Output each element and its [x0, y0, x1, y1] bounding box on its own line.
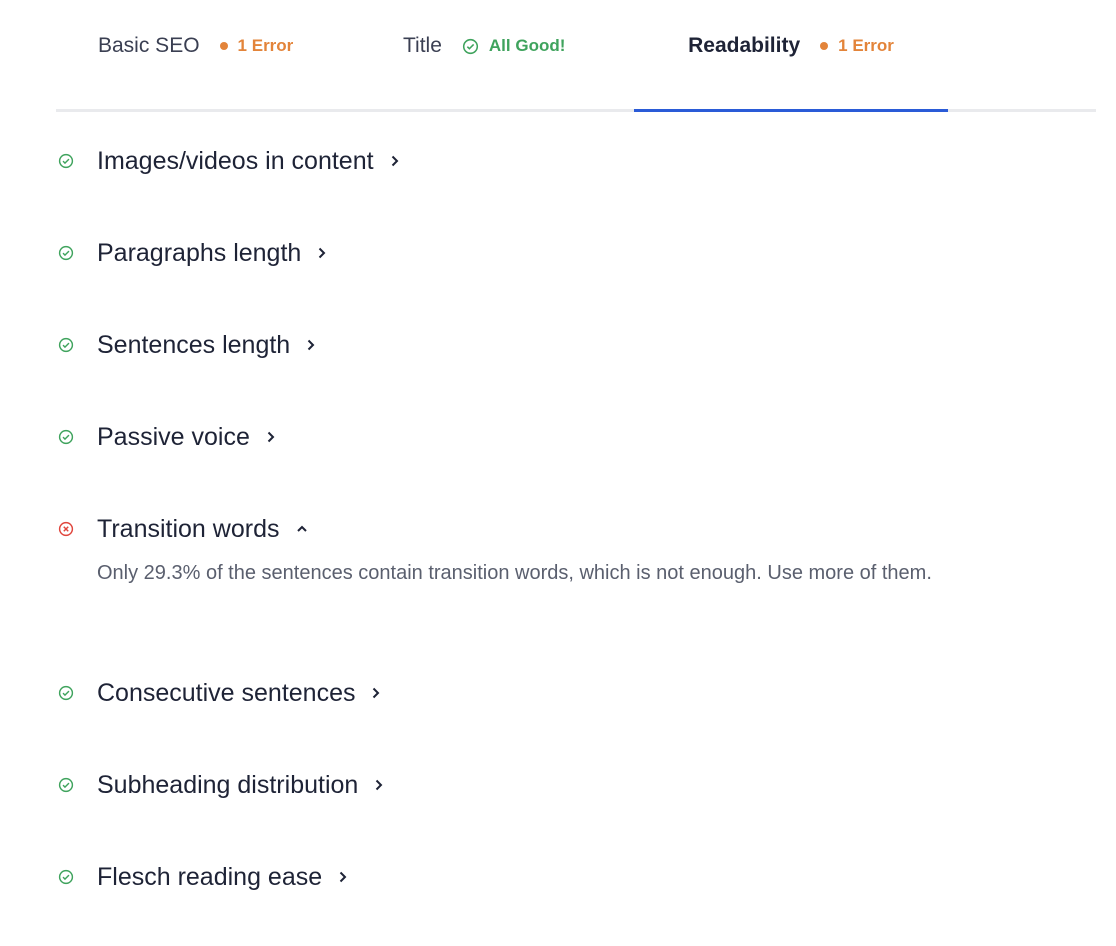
check-item: Passive voice — [56, 414, 1096, 506]
check-circle-icon — [56, 683, 76, 703]
tab-basic-seo[interactable]: Basic SEO 1 Error — [98, 0, 378, 112]
check-toggle[interactable]: Passive voice — [56, 414, 1096, 460]
x-circle-icon — [56, 519, 76, 539]
check-label: Passive voice — [97, 422, 250, 451]
check-label: Consecutive sentences — [97, 678, 356, 707]
check-label: Transition words — [97, 514, 280, 543]
check-toggle[interactable]: Sentences length — [56, 322, 1096, 368]
status-badge: 1 Error — [219, 36, 294, 56]
tab-label: Readability — [688, 34, 801, 57]
chevron-right-icon — [371, 686, 381, 700]
error-dot-icon — [820, 42, 829, 50]
check-circle-icon — [56, 335, 76, 355]
check-circle-icon — [56, 867, 76, 887]
check-item: Subheading distribution — [56, 762, 1096, 854]
check-circle-icon — [56, 151, 76, 171]
check-item: Flesch reading ease — [56, 854, 1096, 946]
check-toggle[interactable]: Flesch reading ease — [56, 854, 1096, 900]
check-circle-icon — [56, 243, 76, 263]
check-toggle[interactable]: Subheading distribution — [56, 762, 1096, 808]
check-circle-icon — [56, 775, 76, 795]
readability-check-list: Images/videos in content Paragraphs lengt… — [56, 138, 1096, 946]
badge-text: 1 Error — [838, 36, 894, 55]
status-badge: 1 Error — [820, 36, 894, 56]
check-item: Images/videos in content — [56, 138, 1096, 230]
check-item: Paragraphs length — [56, 230, 1096, 322]
check-label: Subheading distribution — [97, 770, 359, 799]
check-toggle[interactable]: Transition words — [56, 506, 1096, 552]
badge-text: All Good! — [488, 36, 566, 55]
chevron-right-icon — [306, 338, 316, 352]
check-toggle[interactable]: Consecutive sentences — [56, 670, 1096, 716]
tab-label: Basic SEO — [98, 34, 200, 57]
error-dot-icon — [219, 42, 228, 50]
check-label: Images/videos in content — [97, 146, 374, 175]
check-toggle[interactable]: Paragraphs length — [56, 230, 1096, 276]
check-item: Consecutive sentences — [56, 670, 1096, 762]
chevron-right-icon — [317, 246, 327, 260]
check-label: Sentences length — [97, 330, 291, 359]
chevron-right-icon — [374, 778, 384, 792]
check-label: Flesch reading ease — [97, 862, 323, 891]
chevron-right-icon — [338, 870, 348, 884]
check-circle-icon — [56, 427, 76, 447]
tab-label: Title — [403, 34, 442, 57]
tab-bar: Basic SEO 1 Error Title All Good! Readab… — [56, 0, 1096, 112]
check-item: Transition words Only 29.3% of the senten… — [56, 506, 1096, 670]
check-circle-icon — [462, 38, 478, 54]
chevron-up-icon — [295, 524, 309, 534]
status-badge: All Good! — [462, 36, 565, 56]
check-label: Paragraphs length — [97, 238, 302, 267]
tab-title[interactable]: Title All Good! — [403, 0, 663, 112]
active-tab-indicator — [634, 109, 948, 112]
check-toggle[interactable]: Images/videos in content — [56, 138, 1096, 184]
check-item: Sentences length — [56, 322, 1096, 414]
chevron-right-icon — [266, 430, 276, 444]
check-description: Only 29.3% of the sentences contain tran… — [97, 562, 932, 584]
chevron-right-icon — [390, 154, 400, 168]
badge-text: 1 Error — [237, 36, 294, 55]
tab-readability[interactable]: Readability 1 Error — [634, 0, 948, 112]
